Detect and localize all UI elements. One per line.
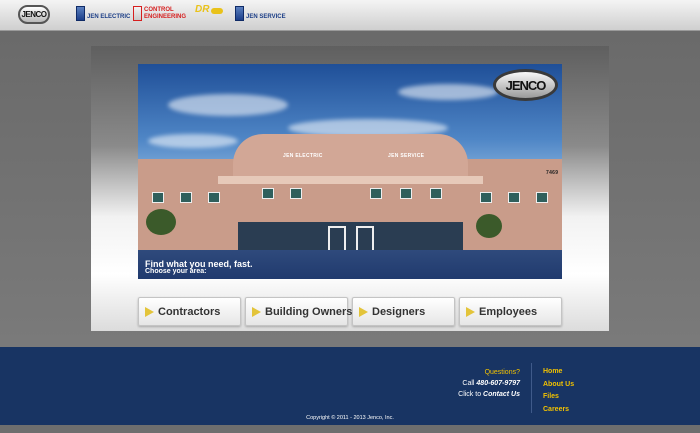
jen-electric-logo-link[interactable]: JEN ELECTRIC bbox=[76, 6, 130, 21]
designers-button[interactable]: Designers bbox=[352, 297, 455, 326]
window bbox=[152, 192, 164, 203]
control-engineering-mark-icon bbox=[133, 6, 142, 21]
nav-files-link[interactable]: Files bbox=[543, 391, 574, 404]
window bbox=[290, 188, 302, 199]
window bbox=[508, 192, 520, 203]
contractors-button[interactable]: Contractors bbox=[138, 297, 241, 326]
arrow-right-icon bbox=[359, 306, 368, 317]
employees-label: Employees bbox=[479, 305, 538, 318]
employees-button[interactable]: Employees bbox=[459, 297, 562, 326]
tree bbox=[476, 214, 502, 238]
top-logo-bar: JENCO JEN ELECTRIC CONTROL ENGINEERING D… bbox=[0, 0, 700, 31]
phone-number: 480-607-9797 bbox=[476, 380, 520, 387]
bottom-strip bbox=[0, 425, 700, 433]
jen-electric-mark-icon bbox=[76, 6, 85, 21]
building-owners-button[interactable]: Building Owners bbox=[245, 297, 352, 326]
call-prefix: Call bbox=[462, 380, 477, 387]
jen-service-mark-icon bbox=[235, 6, 244, 21]
main-stage: JEN ELECTRIC JEN SERVICE 7469 JENCO Find… bbox=[0, 31, 700, 347]
cloud-shape bbox=[398, 84, 498, 100]
sign-jen-electric: JEN ELECTRIC bbox=[283, 153, 323, 159]
entrance-door bbox=[356, 226, 374, 252]
nav-home-link[interactable]: Home bbox=[543, 366, 574, 379]
jen-service-logo-text: JEN SERVICE bbox=[246, 14, 286, 20]
arrow-right-icon bbox=[145, 306, 154, 317]
window bbox=[480, 192, 492, 203]
building-cornice bbox=[218, 176, 483, 184]
hero-jenco-logo: JENCO bbox=[493, 69, 558, 101]
window bbox=[430, 188, 442, 199]
jenco-logo-text: JENCO bbox=[21, 10, 47, 19]
dr-design-logo-link[interactable]: DR bbox=[195, 4, 224, 15]
footer: Questions? Call 480-607-9797 Click to Co… bbox=[0, 347, 700, 425]
entrance-door bbox=[328, 226, 346, 252]
arrow-right-icon bbox=[466, 306, 475, 317]
window bbox=[400, 188, 412, 199]
cloud-shape bbox=[148, 134, 238, 148]
dr-design-swoosh-icon bbox=[211, 8, 224, 14]
arrow-right-icon bbox=[252, 306, 261, 317]
dr-design-logo-text: DR bbox=[195, 4, 210, 15]
window bbox=[536, 192, 548, 203]
window bbox=[180, 192, 192, 203]
jen-service-logo-link[interactable]: JEN SERVICE bbox=[235, 6, 286, 21]
jen-electric-logo-text: JEN ELECTRIC bbox=[87, 14, 131, 20]
footer-nav: Home About Us Files Careers bbox=[543, 366, 574, 416]
contact-block: Questions? Call 480-607-9797 Click to Co… bbox=[458, 367, 520, 400]
designers-label: Designers bbox=[372, 305, 426, 318]
control-engineering-logo-link[interactable]: CONTROL ENGINEERING bbox=[133, 6, 187, 21]
jenco-logo-link[interactable]: JENCO bbox=[18, 5, 50, 24]
copyright-text: Copyright © 2011 - 2013 Jenco, Inc. bbox=[306, 415, 394, 421]
nav-about-us-link[interactable]: About Us bbox=[543, 379, 574, 392]
tree bbox=[146, 209, 176, 235]
contractors-label: Contractors bbox=[158, 305, 221, 318]
questions-label: Questions? bbox=[484, 369, 520, 376]
hero-building-photo: JEN ELECTRIC JEN SERVICE 7469 JENCO Find… bbox=[138, 64, 562, 279]
control-engineering-logo-text: CONTROL ENGINEERING bbox=[144, 7, 187, 20]
call-line: Call 480-607-9797 bbox=[458, 378, 520, 389]
cloud-shape bbox=[168, 94, 288, 116]
building-owners-label: Building Owners bbox=[265, 305, 353, 318]
window bbox=[370, 188, 382, 199]
building-center-tower bbox=[233, 134, 468, 179]
address-number: 7469 bbox=[546, 170, 559, 176]
click-line: Click to Contact Us bbox=[458, 389, 520, 400]
building-glass-storefront bbox=[238, 222, 463, 252]
click-prefix: Click to bbox=[458, 391, 484, 398]
window bbox=[208, 192, 220, 203]
sign-jen-service: JEN SERVICE bbox=[388, 153, 425, 159]
content-panel: JEN ELECTRIC JEN SERVICE 7469 JENCO Find… bbox=[91, 46, 609, 331]
footer-divider bbox=[531, 363, 532, 413]
hero-logo-text: JENCO bbox=[505, 77, 547, 93]
hero-subline: Choose your area: bbox=[145, 268, 207, 275]
window bbox=[262, 188, 274, 199]
contact-us-link[interactable]: Contact Us bbox=[483, 391, 520, 398]
